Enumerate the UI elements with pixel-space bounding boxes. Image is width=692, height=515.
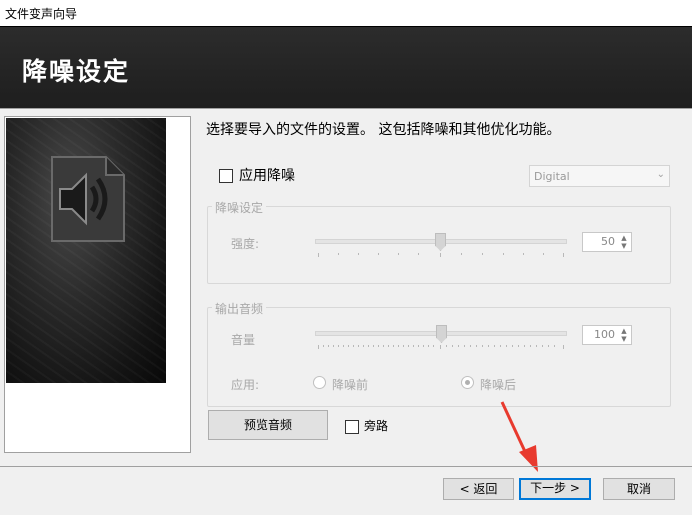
noise-settings-title: 降噪设定 <box>212 199 267 216</box>
volume-label: 音量 <box>231 333 256 347</box>
red-arrow-icon <box>500 401 538 472</box>
window-title: 文件变声向导 <box>5 7 78 21</box>
apply-noise-reduction-checkbox[interactable]: 应用降噪 <box>219 165 295 185</box>
volume-slider-ticks <box>318 345 564 349</box>
title-bar: 文件变声向导 <box>0 0 692 26</box>
mode-select-value: Digital <box>534 170 570 183</box>
back-button[interactable]: < 返回 <box>443 478 514 500</box>
side-image-panel <box>4 116 191 453</box>
header-divider <box>0 108 692 109</box>
bypass-label: 旁路 <box>364 419 389 433</box>
apply-label: 应用: <box>231 378 260 392</box>
output-audio-group <box>207 307 671 407</box>
radio-before-label: 降噪前 <box>332 378 369 392</box>
volume-spinbox[interactable]: 100 ▲ ▼ <box>582 325 632 345</box>
spin-arrows-icon[interactable]: ▲ ▼ <box>618 327 630 343</box>
volume-value: 100 <box>594 328 615 341</box>
output-audio-title: 输出音频 <box>212 300 267 317</box>
page-title: 降噪设定 <box>22 57 131 86</box>
side-image <box>6 118 166 383</box>
strength-label: 强度: <box>231 237 260 251</box>
checkbox-box[interactable] <box>219 169 233 183</box>
chevron-down-icon: ⌄ <box>656 169 665 180</box>
spin-arrows-icon[interactable]: ▲ ▼ <box>618 234 630 250</box>
strength-spinbox[interactable]: 50 ▲ ▼ <box>582 232 632 252</box>
checkbox-box[interactable] <box>345 419 359 434</box>
bypass-checkbox[interactable]: 旁路 <box>345 417 388 434</box>
header-banner: 降噪设定 <box>0 26 692 108</box>
speaker-icon <box>51 156 125 242</box>
mode-select[interactable]: Digital ⌄ <box>529 165 670 187</box>
cancel-button[interactable]: 取消 <box>603 478 675 500</box>
apply-noise-reduction-label: 应用降噪 <box>239 168 295 184</box>
strength-slider-ticks <box>318 253 564 257</box>
strength-value: 50 <box>601 235 615 248</box>
preview-audio-button[interactable]: 预览音频 <box>208 410 328 440</box>
footer-divider <box>0 466 692 467</box>
radio-before[interactable] <box>313 376 326 389</box>
description-text: 选择要导入的文件的设置。 这包括降噪和其他优化功能。 <box>206 122 561 138</box>
next-button[interactable]: 下一步 > <box>519 478 591 500</box>
radio-after[interactable] <box>461 376 474 389</box>
radio-after-label: 降噪后 <box>480 378 517 392</box>
